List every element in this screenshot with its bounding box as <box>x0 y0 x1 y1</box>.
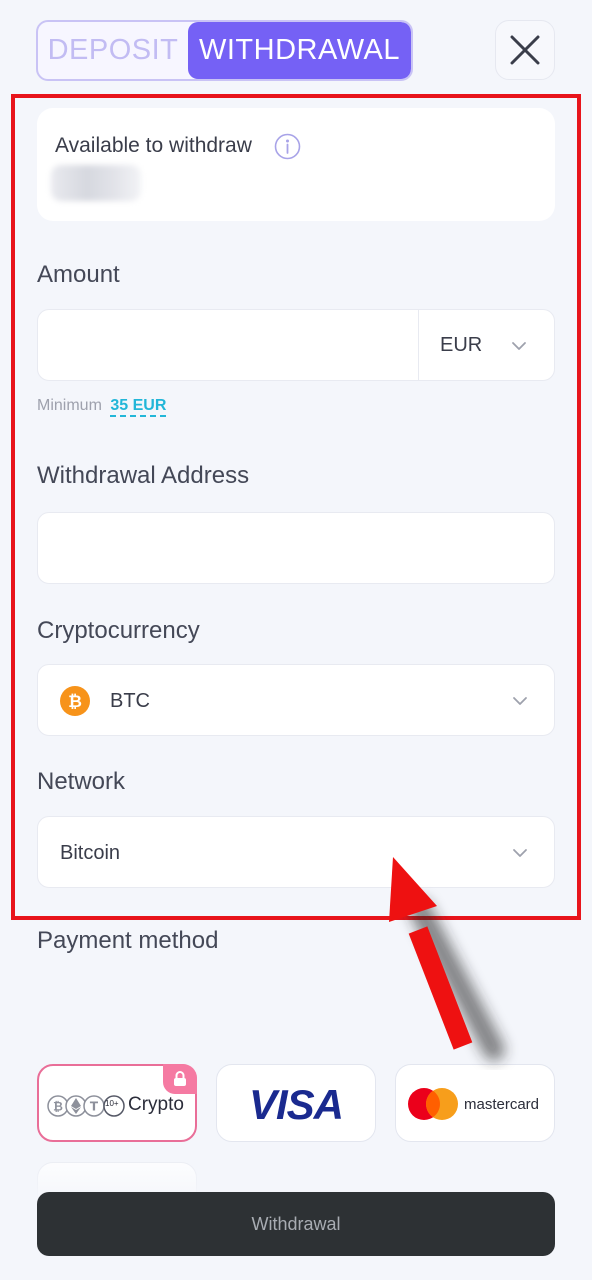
chevron-down-icon <box>512 342 526 350</box>
cryptocurrency-value: BTC <box>110 690 150 712</box>
payment-method-label: Payment method <box>37 927 219 954</box>
svg-text:₿: ₿ <box>53 1100 63 1114</box>
network-value: Bitcoin <box>60 842 121 864</box>
svg-text:₿: ₿ <box>68 692 82 712</box>
balance-card: Available to withdraw <box>37 108 555 221</box>
close-icon <box>510 35 540 65</box>
info-icon[interactable] <box>274 133 301 160</box>
amount-label: Amount <box>37 261 120 288</box>
amount-input[interactable] <box>38 310 418 380</box>
minimum-label: Minimum <box>37 397 102 414</box>
address-input[interactable] <box>38 513 554 583</box>
amount-field: EUR <box>37 309 555 381</box>
withdrawal-screen: DEPOSIT WITHDRAWAL Available to withdraw… <box>0 0 592 1280</box>
crypto-count-badge: 10+ <box>105 1099 119 1108</box>
minimum-hint: Minimum 35 EUR <box>37 397 167 417</box>
tab-switcher: DEPOSIT WITHDRAWAL <box>36 20 413 81</box>
currency-select[interactable]: EUR <box>418 310 554 380</box>
payment-method-crypto[interactable]: ₿ T 10+ Crypto <box>37 1064 197 1142</box>
minimum-value-link[interactable]: 35 EUR <box>110 397 167 417</box>
bitcoin-icon: ₿ <box>60 686 90 716</box>
lock-icon <box>174 1071 186 1086</box>
mastercard-label: mastercard <box>464 1096 540 1113</box>
chevron-down-icon <box>513 697 527 705</box>
cryptocurrency-select[interactable]: ₿ BTC <box>37 664 555 736</box>
payment-method-mastercard[interactable]: mastercard <box>395 1064 555 1142</box>
withdrawal-button[interactable]: Withdrawal <box>37 1192 555 1256</box>
payment-method-crypto-label: Crypto <box>128 1094 184 1115</box>
cryptocurrency-label: Cryptocurrency <box>37 617 200 644</box>
tab-deposit[interactable]: DEPOSIT <box>38 22 188 79</box>
mastercard-logo-icon <box>408 1088 458 1120</box>
lock-badge <box>163 1064 197 1094</box>
network-select[interactable]: Bitcoin <box>37 816 555 888</box>
balance-value-obscured <box>51 165 141 201</box>
currency-value: EUR <box>440 333 483 356</box>
address-label: Withdrawal Address <box>37 462 250 489</box>
chevron-down-icon <box>513 849 527 857</box>
svg-text:T: T <box>90 1100 99 1114</box>
address-field <box>37 512 555 584</box>
close-button[interactable] <box>495 20 555 80</box>
balance-label: Available to withdraw <box>55 134 252 157</box>
network-label: Network <box>37 768 126 795</box>
tab-withdrawal[interactable]: WITHDRAWAL <box>188 22 411 79</box>
visa-logo: VISA <box>248 1081 344 1128</box>
payment-method-visa[interactable]: VISA <box>216 1064 376 1142</box>
